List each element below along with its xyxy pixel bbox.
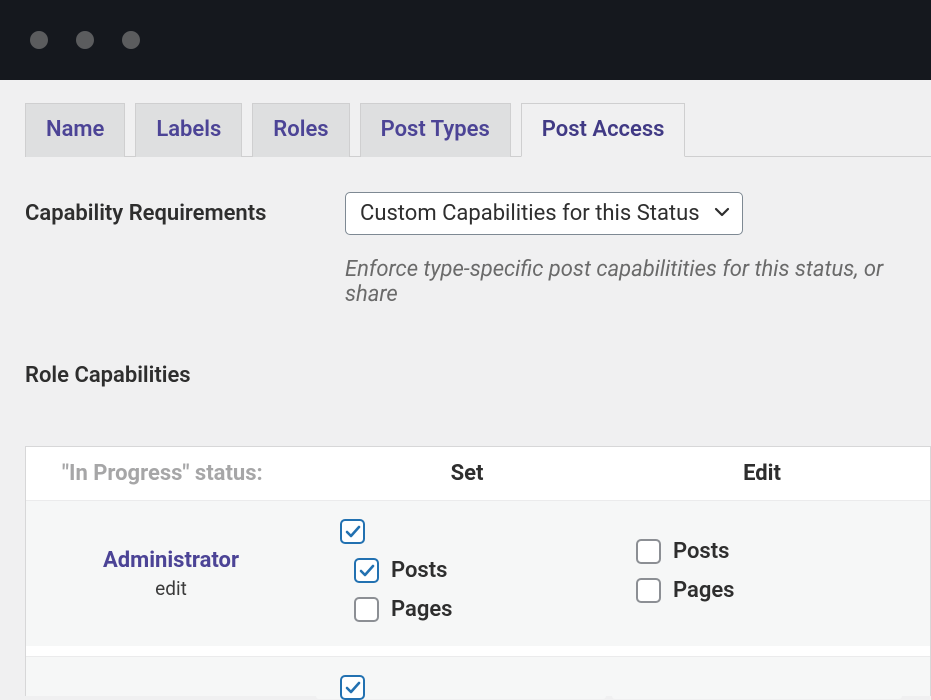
table-row-gap	[26, 646, 930, 656]
edit-pages-checkbox[interactable]	[636, 578, 661, 603]
edit-pages-label: Pages	[673, 578, 734, 603]
capability-requirements-label: Capability Requirements	[25, 192, 345, 226]
set-all-row-2	[340, 675, 582, 700]
capability-requirements-section: Capability Requirements Custom Capabilit…	[25, 192, 931, 307]
edit-pages-row: Pages	[636, 578, 878, 603]
traffic-light-maximize[interactable]	[122, 31, 140, 49]
table-row	[26, 656, 930, 696]
set-posts-checkbox[interactable]	[354, 558, 379, 583]
role-capabilities-label: Role Capabilities	[25, 363, 931, 388]
set-all-checkbox[interactable]	[340, 519, 365, 544]
set-posts-row: Posts	[354, 558, 582, 583]
traffic-light-close[interactable]	[30, 31, 48, 49]
capability-select-wrapper: Custom Capabilities for this Status	[345, 192, 743, 235]
edit-posts-row: Posts	[636, 539, 878, 564]
role-cell: Administrator edit	[26, 501, 316, 646]
tab-post-access[interactable]: Post Access	[521, 103, 686, 157]
capability-helper-text: Enforce type-specific post capabilititie…	[345, 257, 931, 307]
role-cell	[26, 657, 316, 697]
edit-cell	[612, 657, 902, 699]
tab-post-types[interactable]: Post Types	[360, 103, 511, 157]
tabs-nav: Name Labels Roles Post Types Post Access	[25, 103, 931, 157]
set-column-header: Set	[322, 461, 612, 486]
main-content: Name Labels Roles Post Types Post Access…	[0, 80, 931, 696]
edit-cell: Posts Pages	[612, 501, 902, 646]
role-capabilities-table: "In Progress" status: Set Edit Administr…	[25, 446, 931, 696]
set-pages-row: Pages	[354, 597, 582, 622]
set-cell	[316, 657, 606, 699]
edit-posts-label: Posts	[673, 539, 729, 564]
set-pages-label: Pages	[391, 597, 452, 622]
capability-select-value: Custom Capabilities for this Status	[360, 201, 700, 226]
status-column-header: "In Progress" status:	[26, 461, 322, 486]
set-pages-checkbox[interactable]	[354, 597, 379, 622]
set-posts-label: Posts	[391, 558, 447, 583]
table-row: Administrator edit Posts Pages	[26, 500, 930, 646]
set-cell: Posts Pages	[316, 501, 606, 646]
table-header: "In Progress" status: Set Edit	[26, 447, 930, 500]
tab-name[interactable]: Name	[25, 103, 125, 157]
tab-labels[interactable]: Labels	[135, 103, 242, 157]
edit-posts-checkbox[interactable]	[636, 539, 661, 564]
set-all-row	[340, 519, 582, 544]
edit-column-header: Edit	[612, 461, 912, 486]
tab-roles[interactable]: Roles	[252, 103, 349, 157]
window-titlebar	[0, 0, 931, 80]
traffic-light-minimize[interactable]	[76, 31, 94, 49]
role-name[interactable]: Administrator	[103, 548, 239, 573]
set-all-checkbox-2[interactable]	[340, 675, 365, 700]
capability-select[interactable]: Custom Capabilities for this Status	[345, 192, 743, 235]
role-edit-link[interactable]: edit	[155, 577, 187, 600]
